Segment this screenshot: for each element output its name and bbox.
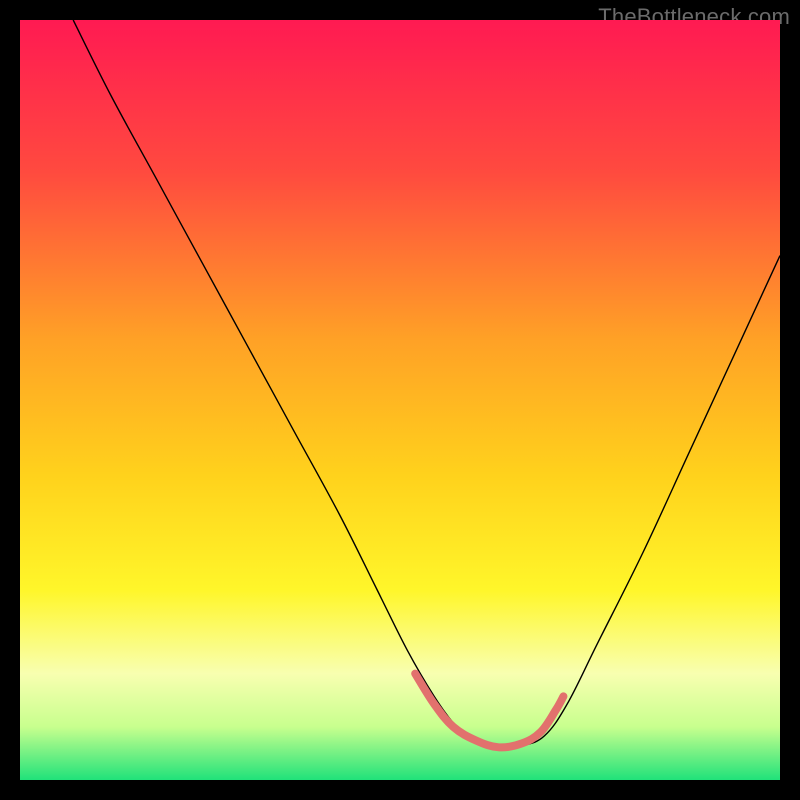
chart-svg: [20, 20, 780, 780]
gradient-background: [20, 20, 780, 780]
plot-area: [20, 20, 780, 780]
chart-frame: TheBottleneck.com: [0, 0, 800, 800]
